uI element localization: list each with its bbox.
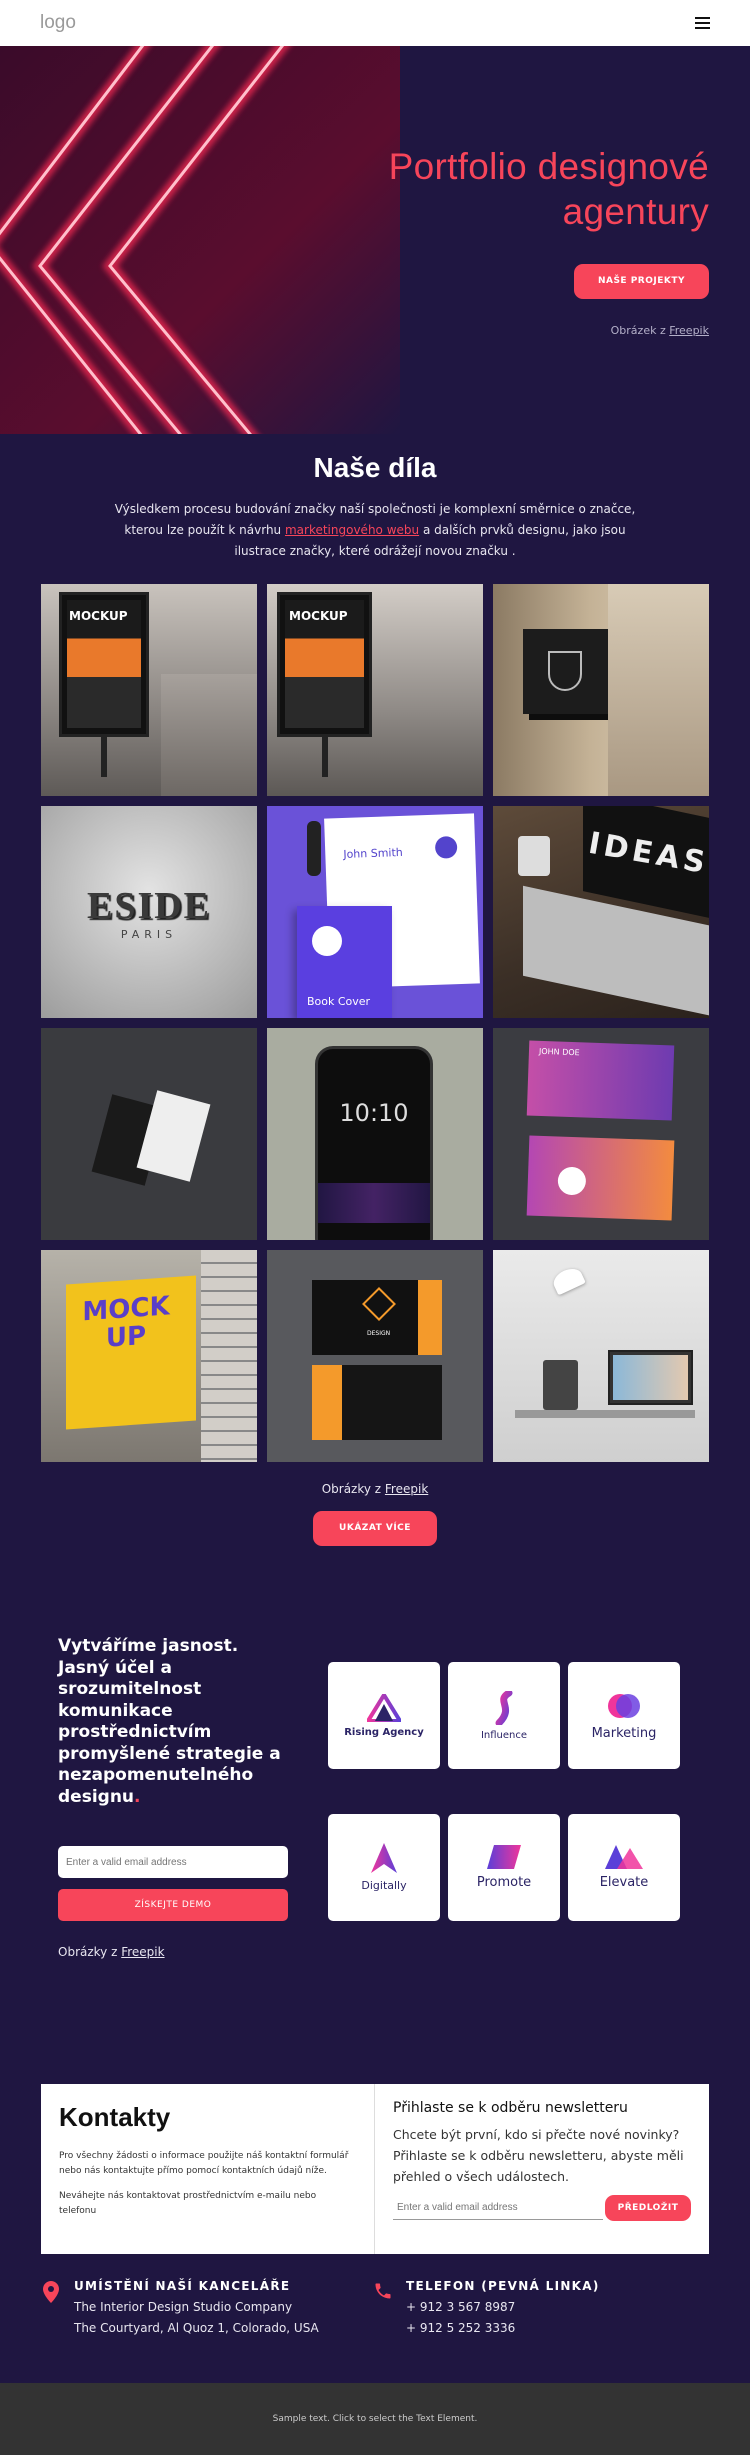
portfolio-tile-smartphone[interactable]: 10:10: [267, 1028, 483, 1240]
triangle-logo-icon: [367, 1693, 401, 1722]
clarity-left: Vytváříme jasnost. Jasný účel a srozumit…: [58, 1636, 288, 1959]
portfolio-tile-laptop-ideas[interactable]: IDEAS: [493, 806, 709, 1018]
logo-card-marketing[interactable]: Marketing: [568, 1662, 680, 1769]
our-projects-button[interactable]: NAŠE PROJEKTY: [574, 264, 709, 300]
logo-card-influence[interactable]: Influence: [448, 1662, 560, 1769]
phone-number-2[interactable]: + 912 5 252 3336: [406, 2321, 515, 2335]
arrow-logo-icon: [371, 1843, 397, 1873]
tile-caption: John Smith: [343, 845, 403, 862]
logo[interactable]: logo: [40, 12, 76, 34]
tile-caption: MOCKUP: [289, 609, 348, 623]
mountain-logo-icon: [605, 1845, 643, 1869]
portfolio-tile-mock-up-billboard[interactable]: MOCK UP: [41, 1250, 257, 1462]
hero-title-line2: agentury: [562, 191, 709, 233]
newsletter-title: Přihlaste se k odběru newsletteru: [393, 2100, 628, 2116]
freepik-link[interactable]: Freepik: [121, 1945, 164, 1959]
show-more-button[interactable]: UKÁZAT VÍCE: [313, 1511, 437, 1546]
contact-card: Kontakty Pro všechny žádosti o informace…: [41, 2084, 709, 2254]
logo-card-elevate[interactable]: Elevate: [568, 1813, 680, 1921]
portfolio-tile-purple-cards[interactable]: JOHN DOE: [493, 1028, 709, 1240]
phone-icon: [375, 2283, 391, 2299]
logo-label: Digitally: [361, 1879, 407, 1892]
hero-title: Portfolio designové agentury: [389, 144, 709, 234]
logo-card-digitally[interactable]: Digitally: [328, 1813, 440, 1921]
logo-label: Rising Agency: [344, 1726, 424, 1738]
works-image-credit: Obrázky z Freepik: [0, 1482, 750, 1496]
portfolio-tile-desk-lamp[interactable]: [493, 1250, 709, 1462]
get-demo-button[interactable]: ZÍSKEJTE DEMO: [58, 1889, 288, 1921]
tile-caption: ESIDE: [86, 885, 212, 927]
tile-caption: MOCK UP: [82, 1291, 170, 1354]
title-dot: .: [134, 1786, 141, 1807]
contact-title: Kontakty: [59, 2102, 171, 2132]
freepik-link[interactable]: Freepik: [669, 324, 709, 337]
circles-logo-icon: [608, 1693, 640, 1718]
hero-image-credit: Obrázek z Freepik: [389, 324, 709, 337]
credit-prefix: Obrázky z: [321, 1482, 385, 1496]
tile-subcaption: PARIS: [120, 928, 178, 941]
hero-content: Portfolio designové agentury NAŠE PROJEK…: [389, 144, 709, 337]
address-line-1: The Interior Design Studio Company: [74, 2300, 293, 2314]
client-logos-grid: Rising Agency Influence Marketing Digita…: [328, 1662, 680, 1959]
phone-info: TELEFON (PEVNÁ LINKA) + 912 3 567 8987 + …: [372, 2279, 704, 2339]
tile-caption: MOCKUP: [69, 609, 128, 623]
parallelogram-logo-icon: [487, 1845, 521, 1869]
address-line-2: The Courtyard, Al Quoz 1, Colorado, USA: [74, 2321, 319, 2335]
credit-prefix: Obrázek z: [610, 324, 670, 338]
footer-text[interactable]: Sample text. Click to select the Text El…: [273, 2414, 478, 2424]
office-address: The Interior Design Studio Company The Co…: [74, 2297, 319, 2339]
neon-chevron-image: [0, 46, 400, 434]
office-location: UMÍSTĚNÍ NAŠÍ KANCELÁŘE The Interior Des…: [40, 2279, 372, 2339]
hero-title-line1: Portfolio designové: [388, 146, 709, 187]
tile-subcaption: Book Cover: [307, 995, 371, 1008]
portfolio-tile-business-cards-dark[interactable]: [41, 1028, 257, 1240]
portfolio-tile-orange-cards[interactable]: DESIGN: [267, 1250, 483, 1462]
newsletter-email-input[interactable]: [393, 2196, 603, 2220]
newsletter-text: Chcete být první, kdo si přečte nové nov…: [393, 2127, 684, 2184]
portfolio-tile-billboard-mockup-2[interactable]: MOCKUP: [267, 584, 483, 796]
map-pin-icon: [43, 2281, 59, 2303]
works-description: Výsledkem procesu budování značky naší s…: [105, 499, 645, 562]
clarity-title: Vytváříme jasnost. Jasný účel a srozumit…: [58, 1636, 288, 1808]
logo-label: Marketing: [591, 1725, 657, 1741]
clarity-image-credit: Obrázky z Freepik: [58, 1945, 288, 1959]
freepik-link[interactable]: Freepik: [385, 1482, 428, 1496]
tile-caption: 10:10: [339, 1099, 409, 1127]
clarity-section: Vytváříme jasnost. Jasný účel a srozumit…: [0, 1636, 750, 1959]
swirl-logo-icon: [495, 1690, 513, 1725]
phone-numbers: + 912 3 567 8987 + 912 5 252 3336: [406, 2297, 600, 2339]
logo-label: Influence: [480, 1729, 528, 1741]
portfolio-tile-wall-sign[interactable]: [493, 584, 709, 796]
works-section: Naše díla Výsledkem procesu budování zna…: [0, 434, 750, 1546]
logo-card-promote[interactable]: Promote: [448, 1813, 560, 1921]
marketing-web-link[interactable]: marketingového webu: [285, 523, 419, 537]
hero-section: Portfolio designové agentury NAŠE PROJEK…: [0, 46, 750, 434]
phone-title: TELEFON (PEVNÁ LINKA): [406, 2279, 600, 2293]
site-footer: Sample text. Click to select the Text El…: [0, 2383, 750, 2455]
portfolio-tile-eside-paris[interactable]: ESIDE PARIS: [41, 806, 257, 1018]
credit-prefix: Obrázky z: [58, 1945, 122, 1959]
office-title: UMÍSTĚNÍ NAŠÍ KANCELÁŘE: [74, 2279, 291, 2293]
contact-details: UMÍSTĚNÍ NAŠÍ KANCELÁŘE The Interior Des…: [40, 2279, 750, 2339]
contact-text-1: Pro všechny žádosti o informace použijte…: [59, 2151, 349, 2176]
tile-caption: JOHN DOE: [538, 1046, 580, 1058]
logo-label: Promote: [476, 1875, 532, 1890]
hamburger-icon[interactable]: [695, 17, 710, 29]
contact-text-2: Neváhejte nás kontaktovat prostřednictví…: [59, 2191, 317, 2216]
logo-label: Elevate: [599, 1875, 649, 1890]
portfolio-tile-billboard-mockup[interactable]: MOCKUP: [41, 584, 257, 796]
contact-info: Kontakty Pro všechny žádosti o informace…: [41, 2084, 375, 2254]
logo-card-rising-agency[interactable]: Rising Agency: [328, 1662, 440, 1769]
newsletter-form: PŘEDLOŽIT: [393, 2195, 691, 2221]
demo-email-input[interactable]: [58, 1846, 288, 1878]
portfolio-grid: MOCKUP MOCKUP ESIDE PARIS John Smith Boo…: [41, 584, 709, 1462]
newsletter: Přihlaste se k odběru newsletteru Chcete…: [375, 2084, 709, 2254]
phone-number-1[interactable]: + 912 3 567 8987: [406, 2300, 515, 2314]
clarity-title-text: Vytváříme jasnost. Jasný účel a srozumit…: [58, 1636, 281, 1807]
site-header: logo: [0, 0, 750, 46]
works-title: Naše díla: [313, 452, 437, 483]
portfolio-tile-book-cover[interactable]: John Smith Book Cover: [267, 806, 483, 1018]
tile-caption: DESIGN: [367, 1330, 391, 1337]
submit-button[interactable]: PŘEDLOŽIT: [605, 2195, 691, 2221]
